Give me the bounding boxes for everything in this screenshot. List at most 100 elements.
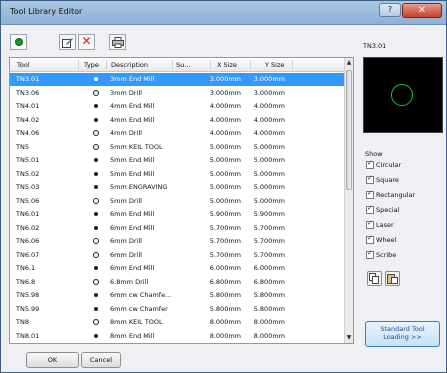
checkbox-icon[interactable] [366,159,374,169]
table-row[interactable]: TN8 8mm KEIL TOOL 8.000mm 8.000mm [10,316,346,329]
checkbox-icon[interactable] [366,249,374,259]
checkbox-wheel[interactable]: Wheel [366,234,397,247]
delete-tool-button[interactable]: ✕ [78,34,95,50]
xsize-cell: 5.000mm [209,183,241,191]
description-cell: 6.8mm Drill [110,277,149,286]
checkbox-special[interactable]: Special [366,204,400,217]
tool-cell: TN5.02 [16,169,40,178]
table-row[interactable]: TN5.06 5mm Drill 5.000mm 5.000mm [10,195,346,208]
xsize-cell: 4.000mm [209,102,241,110]
paste-button[interactable] [385,271,400,286]
description-cell: 6mm End Mill [110,223,155,232]
mill-type-icon [94,171,98,176]
type-cell [90,251,102,260]
standard-tool-loading-button[interactable]: Standard Tool Loading >> [365,321,440,347]
column-divider[interactable] [292,60,293,70]
checkbox-label: Special [376,206,400,214]
drill-type-icon [93,197,99,204]
ysize-cell: 6.000mm [253,264,285,272]
xsize-cell: 5.800mm [209,304,241,313]
scroll-thumb[interactable] [346,70,352,190]
new-tool-button[interactable] [10,34,27,50]
col-header-ysize[interactable]: Y Size [265,61,284,69]
checkbox-circular[interactable]: Circular [366,159,402,172]
print-icon [112,37,124,48]
type-cell [90,89,102,98]
ysize-cell: 5.800mm [253,304,285,313]
col-header-type[interactable]: Type [84,61,99,69]
table-row[interactable]: TN5.98 6mm cw Chamfe... 5.800mm 5.800mm [10,289,346,302]
column-divider[interactable] [106,60,107,70]
checkbox-scribe[interactable]: Scribe [366,249,396,262]
ysize-cell: 3.000mm [253,88,285,97]
tool-shape-circle [391,84,413,106]
table-row[interactable]: TN8.01 8mm End Mill 8.000mm 8.000mm [10,330,346,343]
xsize-cell: 6.800mm [209,277,241,286]
checkbox-icon[interactable] [366,219,374,229]
description-cell: 6mm Drill [110,250,142,259]
checkbox-icon[interactable] [366,204,374,214]
table-row[interactable]: TN4.01 4mm End Mill 4.000mm 4.000mm [10,100,346,113]
column-divider[interactable] [172,60,173,70]
paste-icon [387,274,398,284]
ok-button[interactable]: OK [26,352,79,368]
xsize-cell: 8.000mm [209,331,241,340]
mill-type-icon [94,293,98,297]
vertical-scrollbar[interactable]: ▲ ▼ [344,58,353,343]
checkbox-icon[interactable] [366,174,374,184]
checkbox-laser[interactable]: Laser [366,219,394,232]
table-row[interactable]: TN6.07 6mm Drill 5.700mm 5.700mm [10,249,346,262]
table-row[interactable]: TN5 5mm KEIL TOOL 5.000mm 5.000mm [10,141,346,154]
checkbox-icon[interactable] [366,189,374,199]
drill-type-icon [93,319,99,325]
table-row[interactable]: TN5.01 5mm End Mill 5.000mm 5.000mm [10,154,346,167]
preview-tool-label: TN3.01 [363,42,387,50]
col-header-tool[interactable]: Tool [17,61,30,69]
col-header-su[interactable]: Su... [176,61,190,69]
scroll-down-icon[interactable]: ▼ [345,333,353,343]
table-row[interactable]: TN6.06 6mm Drill 5.700mm 5.700mm [10,235,346,248]
column-divider[interactable] [78,60,79,70]
checkbox-rectangular[interactable]: Rectangular [366,189,416,202]
edit-tool-button[interactable] [59,34,76,50]
table-row[interactable]: TN4.02 4mm End Mill 4.000mm 4.000mm [10,114,346,127]
table-row[interactable]: TN5.03 5mm ENGRAVING 5.000mm 5.000mm [10,181,346,194]
checkbox-square[interactable]: Square [366,174,399,187]
table-row[interactable]: TN6.1 6mm End Mill 6.000mm 6.000mm [10,262,346,275]
tool-cell: TN6.06 [16,237,40,245]
tool-cell: TN8 [16,318,29,326]
checkbox-icon[interactable] [366,234,374,244]
scroll-up-icon[interactable]: ▲ [345,58,353,68]
tool-cell: TN6.8 [16,277,36,286]
help-button[interactable]: ? [379,3,401,17]
cancel-button[interactable]: Cancel [81,352,121,368]
xsize-cell: 5.700mm [209,250,241,259]
table-row[interactable]: TN3.01 3mm End Mill 3.000mm 3.000mm [10,73,346,86]
copy-button[interactable] [367,271,382,286]
table-row[interactable]: TN6.8 6.8mm Drill 6.800mm 6.800mm [10,276,346,289]
checkbox-label: Rectangular [376,191,416,199]
tool-cell: TN5.01 [16,156,40,164]
description-cell: 6mm Drill [110,237,142,245]
checkbox-label: Laser [376,221,394,229]
table-row[interactable]: TN5.02 5mm End Mill 5.000mm 5.000mm [10,168,346,181]
table-row[interactable]: TN6.01 6mm End Mill 5.900mm 5.900mm [10,208,346,221]
close-button[interactable]: ✕ [402,3,442,18]
description-cell: 5mm ENGRAVING [110,183,168,191]
tool-cell: TN5.98 [16,291,40,299]
type-cell [90,332,102,340]
col-header-xsize[interactable]: X Size [217,61,237,69]
table-row[interactable]: TN6.02 6mm End Mill 5.700mm 5.700mm [10,222,346,235]
ysize-cell: 5.000mm [253,196,285,205]
col-header-description[interactable]: Description [111,61,148,69]
type-cell [90,129,102,138]
checkbox-label: Circular [376,161,402,169]
table-row[interactable]: TN4.06 4mm Drill 4.000mm 4.000mm [10,127,346,140]
column-divider[interactable] [250,60,251,70]
table-row[interactable]: TN3.06 3mm Drill 3.000mm 3.000mm [10,87,346,100]
table-row[interactable]: TN5.99 6mm cw Chamfer 5.800mm 5.800mm [10,303,346,316]
print-button[interactable] [109,34,126,50]
checkbox-label: Wheel [376,236,397,244]
tool-cell: TN6.07 [16,250,40,259]
column-divider[interactable] [210,60,211,70]
